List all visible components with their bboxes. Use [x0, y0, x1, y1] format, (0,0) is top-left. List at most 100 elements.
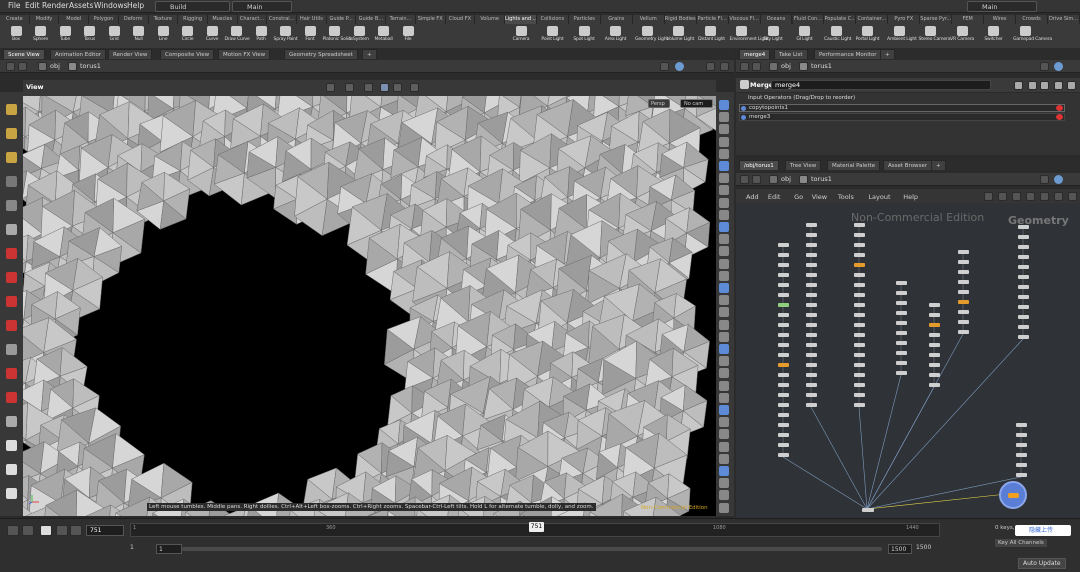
network-node[interactable] [958, 260, 969, 264]
display-option-icon[interactable] [719, 258, 729, 269]
network-node[interactable] [778, 293, 789, 297]
pane-tab[interactable]: Animation Editor [50, 49, 107, 59]
display-option-icon[interactable] [719, 307, 729, 318]
network-node[interactable] [806, 303, 817, 307]
handle-icon[interactable] [364, 83, 373, 92]
network-node[interactable] [778, 313, 789, 317]
menu-file[interactable]: File [8, 1, 21, 10]
display-option-icon[interactable] [719, 331, 729, 342]
shelf-tab[interactable]: Model [59, 15, 90, 24]
help-icon[interactable] [1028, 81, 1037, 90]
network-node[interactable] [778, 373, 789, 377]
shelf-tab[interactable]: Drive Sim... [1048, 15, 1080, 24]
network-node[interactable] [806, 233, 817, 237]
add-tab-icon[interactable]: + [880, 49, 895, 59]
network-node[interactable] [958, 290, 969, 294]
display-option-icon[interactable] [719, 417, 729, 428]
snap-icon[interactable] [345, 83, 354, 92]
tool-button[interactable]: VR Camera [950, 24, 974, 48]
display-option-icon[interactable] [719, 246, 729, 257]
tool-button[interactable]: Metaball [372, 24, 396, 48]
forward-arrow-icon[interactable] [18, 62, 27, 71]
shelf-tab[interactable]: Particles [568, 15, 601, 24]
tool-button[interactable]: Ambient Light [887, 24, 917, 48]
network-node[interactable] [806, 363, 817, 367]
menu-windows[interactable]: Windows [94, 1, 127, 10]
network-node[interactable] [958, 300, 969, 304]
pin-icon[interactable] [660, 62, 669, 71]
network-node[interactable] [854, 273, 865, 277]
network-node[interactable] [929, 373, 940, 377]
network-menu-view[interactable]: View [812, 193, 827, 201]
network-node[interactable] [896, 311, 907, 315]
snap-icon[interactable] [6, 344, 17, 355]
tool-button[interactable]: Caustic Light [824, 24, 851, 48]
network-node[interactable] [778, 263, 789, 267]
pane-menu-icon[interactable] [706, 62, 715, 71]
tool-button[interactable]: Spot Light [572, 24, 596, 48]
display-option-icon[interactable] [719, 466, 729, 476]
select-icon[interactable] [6, 104, 17, 115]
network-node[interactable] [854, 403, 865, 407]
back-arrow-icon[interactable] [740, 175, 749, 184]
tool-button[interactable]: Curve [200, 24, 224, 48]
menu-edit[interactable]: Edit [25, 1, 40, 10]
shelf-tab[interactable]: Vellum [632, 15, 665, 24]
display-option-icon[interactable] [719, 453, 729, 464]
path-obj[interactable]: obj [50, 62, 60, 70]
network-tool-icon[interactable] [1012, 192, 1021, 201]
desktop-right-select[interactable]: Main [967, 1, 1037, 12]
display-option-icon[interactable] [719, 478, 729, 489]
pane-tab[interactable]: Material Palette [827, 160, 881, 170]
network-node[interactable] [854, 313, 865, 317]
network-node[interactable] [929, 323, 940, 327]
network-node[interactable] [896, 281, 907, 285]
network-node[interactable] [806, 223, 817, 227]
display-option-icon[interactable] [719, 100, 729, 110]
tool-button[interactable]: Stereo Camera [919, 24, 951, 48]
go-start-icon[interactable] [7, 525, 19, 536]
paint-icon[interactable] [6, 248, 17, 259]
menu-assets[interactable]: Assets [69, 1, 93, 10]
display-option-icon[interactable] [719, 356, 729, 367]
network-node[interactable] [1018, 255, 1029, 259]
network-node[interactable] [778, 343, 789, 347]
network-path-node[interactable]: torus1 [811, 175, 832, 183]
network-menu-go[interactable]: Go [794, 193, 803, 201]
network-tool-icon[interactable] [1068, 192, 1077, 201]
tool-button[interactable]: Geometry Light [635, 24, 668, 48]
display-option-icon[interactable] [719, 270, 729, 281]
shelf-tab[interactable]: Polygon [89, 15, 119, 24]
network-node[interactable] [778, 323, 789, 327]
network-node[interactable] [896, 351, 907, 355]
network-node[interactable] [806, 323, 817, 327]
tool-button[interactable]: Sky Light [761, 24, 785, 48]
sculpt-icon[interactable] [6, 296, 17, 307]
link-icon[interactable] [1054, 62, 1063, 71]
select-mode-icon[interactable] [326, 83, 335, 92]
step-back-icon[interactable] [22, 525, 34, 536]
pane-tab[interactable]: Tree View [785, 160, 822, 170]
network-node[interactable] [806, 283, 817, 287]
network-node[interactable] [806, 293, 817, 297]
shelf-tab[interactable]: Hair Utils [297, 15, 327, 24]
network-node[interactable] [854, 323, 865, 327]
network-node[interactable] [929, 353, 940, 357]
tool-button[interactable]: Font [298, 24, 322, 48]
tool-button[interactable]: Null [127, 24, 151, 48]
display-option-icon[interactable] [719, 124, 729, 135]
tool-button[interactable]: Area Light [604, 24, 628, 48]
network-node[interactable] [1018, 295, 1029, 299]
network-node[interactable] [778, 253, 789, 257]
display-option-icon[interactable] [719, 429, 729, 440]
network-node[interactable] [929, 303, 940, 307]
deform-icon[interactable] [6, 320, 17, 331]
network-node[interactable] [854, 253, 865, 257]
network-node[interactable] [854, 293, 865, 297]
network-node[interactable] [1018, 335, 1029, 339]
desktop-build-select[interactable]: Build [155, 1, 230, 12]
network-node[interactable] [806, 393, 817, 397]
network-node[interactable] [1018, 225, 1029, 229]
network-node[interactable] [778, 453, 789, 457]
pose-icon[interactable] [6, 224, 17, 235]
